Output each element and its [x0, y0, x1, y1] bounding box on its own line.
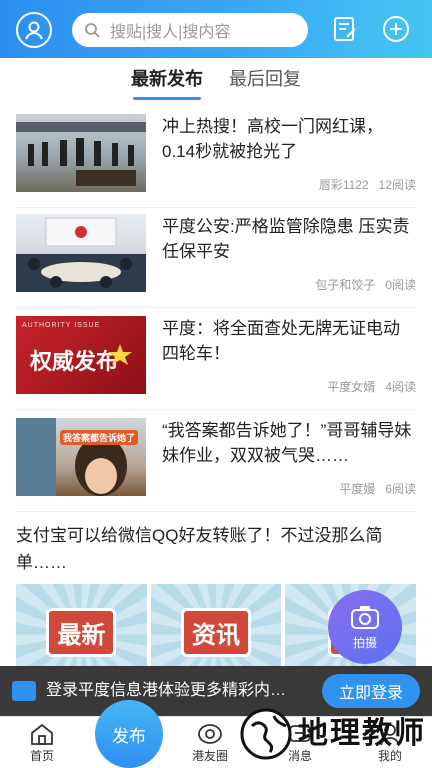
news-meta: 平度女婿 4阅读 — [317, 378, 416, 395]
news-thumbnail: 我答案都告诉她了 — [16, 418, 146, 496]
news-title[interactable]: 平度公安:严格监管除隐患 压实责任保平安 — [162, 214, 416, 264]
news-meta: 平度嫚 6阅读 — [329, 480, 416, 497]
news-item[interactable]: 平度公安:严格监管除隐患 压实责任保平安 包子和饺子 0阅读 — [16, 214, 416, 308]
news-thumbnail: AUTHORITY ISSUE 权威发布 — [16, 316, 146, 394]
post-title[interactable]: 支付宝可以给微信QQ好友转账了！不过没那么简单…… — [16, 522, 416, 576]
news-meta: 包子和饺子 0阅读 — [305, 276, 416, 293]
circle-icon — [198, 724, 222, 744]
feed-tabs: 最新发布 最后回复 — [0, 58, 432, 104]
nav-circle[interactable]: 港友圈 — [180, 721, 240, 764]
news-item[interactable]: AUTHORITY ISSUE 权威发布 平度：将全面查处无牌无证电动四轮车！ … — [16, 316, 416, 410]
news-reads: 0阅读 — [385, 278, 416, 292]
banner-label: 资讯 — [181, 608, 251, 657]
nav-circle-label: 港友圈 — [191, 749, 228, 763]
camera-icon — [351, 605, 379, 629]
login-button[interactable]: 立即登录 — [322, 674, 420, 708]
news-reads: 12阅读 — [378, 178, 416, 192]
tab-last-reply[interactable]: 最后回复 — [229, 58, 301, 104]
nav-home[interactable]: 首页 — [12, 721, 72, 764]
app-logo-icon — [12, 681, 36, 701]
publish-button[interactable]: 发布 — [95, 700, 163, 768]
nav-home-label: 首页 — [29, 749, 54, 763]
news-author: 唇彩1122 — [318, 178, 369, 192]
news-reads: 4阅读 — [385, 380, 416, 394]
watermark-text: 地理教师 — [298, 717, 426, 750]
search-placeholder: 搜贴|搜人|搜内容 — [110, 24, 231, 41]
news-title[interactable]: 冲上热搜！高校一门网红课，0.14秒就被抢光了 — [162, 114, 416, 164]
post-image: 最新 — [16, 584, 147, 668]
post-image: 资讯 — [150, 584, 282, 668]
user-avatar-icon[interactable] — [16, 12, 52, 48]
search-icon — [85, 23, 100, 38]
tab-latest[interactable]: 最新发布 — [131, 58, 203, 104]
news-item[interactable]: 我答案都告诉她了 “我答案都告诉她了！”哥哥辅导妹妹作业，双双被气哭…… 平度嫚… — [16, 418, 416, 512]
capture-label: 拍摄 — [352, 635, 377, 650]
search-input[interactable]: 搜贴|搜人|搜内容 — [72, 13, 308, 47]
news-item[interactable]: 冲上热搜！高校一门网红课，0.14秒就被抢光了 唇彩1122 12阅读 — [16, 114, 416, 208]
news-title[interactable]: “我答案都告诉她了！”哥哥辅导妹妹作业，双双被气哭…… — [162, 418, 416, 468]
news-meta: 唇彩1122 12阅读 — [309, 176, 416, 193]
globe-logo-icon — [240, 708, 292, 760]
news-author: 平度嫚 — [339, 482, 376, 496]
app-header: 搜贴|搜人|搜内容 — [0, 0, 432, 58]
watermark: 地理教师 — [238, 704, 428, 764]
news-reads: 6阅读 — [385, 482, 416, 496]
news-thumbnail — [16, 114, 146, 192]
banner-label: 最新 — [46, 608, 117, 657]
news-title[interactable]: 平度：将全面查处无牌无证电动四轮车！ — [162, 316, 416, 366]
news-thumbnail — [16, 214, 146, 292]
news-author: 平度女婿 — [327, 380, 376, 394]
edit-note-icon[interactable] — [330, 14, 360, 44]
add-circle-icon[interactable] — [381, 14, 411, 44]
thumb-caption: 我答案都告诉她了 — [60, 430, 139, 445]
capture-button[interactable]: 拍摄 — [328, 590, 402, 664]
home-icon — [31, 723, 53, 745]
news-author: 包子和饺子 — [315, 278, 376, 292]
